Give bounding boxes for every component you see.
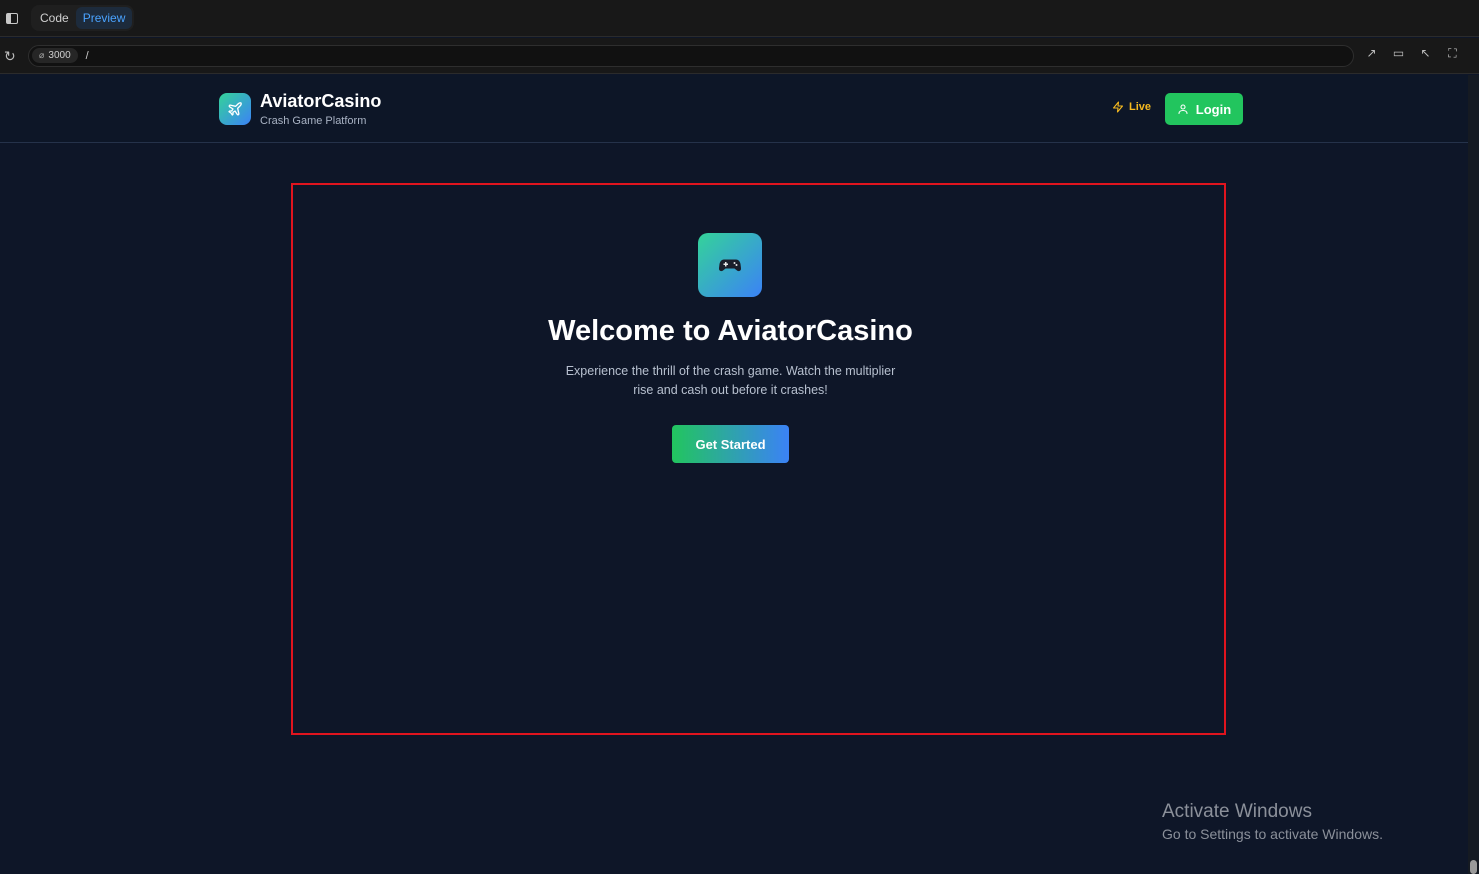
user-icon (1178, 104, 1188, 115)
brand-tagline: Crash Game Platform (260, 115, 367, 127)
reload-icon[interactable]: ↻ (4, 49, 18, 63)
login-button[interactable]: Login (1165, 93, 1243, 125)
hero-description: Experience the thrill of the crash game.… (565, 364, 896, 397)
brand-name[interactable]: AviatorCasino (260, 91, 381, 112)
watermark-subtitle: Go to Settings to activate Windows. (1162, 826, 1383, 842)
address-bar: ↻ ⌀ 3000 / ↗ ▭ ↖ ⛶ (0, 38, 1479, 74)
live-indicator: Live (1112, 101, 1151, 113)
devices-icon[interactable]: ▭ (1392, 47, 1405, 60)
live-label: Live (1129, 101, 1152, 113)
url-path: / (85, 49, 89, 62)
scrollbar-thumb[interactable] (1470, 860, 1477, 874)
inspect-pointer-icon[interactable]: ↖ (1419, 47, 1432, 60)
tab-preview[interactable]: Preview (75, 7, 133, 29)
hero-title: Welcome to AviatorCasino (548, 315, 913, 347)
scrollbar[interactable] (1468, 75, 1479, 874)
get-started-button[interactable]: Get Started (672, 425, 789, 463)
tab-code[interactable]: Code (33, 7, 76, 29)
port-number: 3000 (48, 50, 71, 61)
port-chip[interactable]: ⌀ 3000 (32, 48, 78, 63)
view-tabs: Code Preview (31, 5, 135, 31)
plug-icon: ⌀ (39, 50, 45, 60)
toggle-panel-icon[interactable] (6, 12, 18, 24)
url-input[interactable]: ⌀ 3000 / (28, 44, 1354, 67)
watermark-title: Activate Windows (1162, 801, 1312, 822)
gamepad-icon (698, 233, 762, 297)
fullscreen-icon[interactable]: ⛶ (1446, 47, 1459, 60)
ide-tab-bar: Code Preview (0, 0, 1479, 37)
lightning-icon (1112, 101, 1124, 113)
app-preview: AviatorCasino Crash Game Platform Live L… (0, 75, 1468, 874)
plane-icon[interactable] (219, 93, 251, 125)
login-label: Login (1195, 101, 1232, 117)
windows-activation-watermark: Activate Windows Go to Settings to activ… (1162, 801, 1383, 842)
site-header: AviatorCasino Crash Game Platform Live L… (0, 75, 1468, 143)
open-external-icon[interactable]: ↗ (1365, 47, 1378, 60)
